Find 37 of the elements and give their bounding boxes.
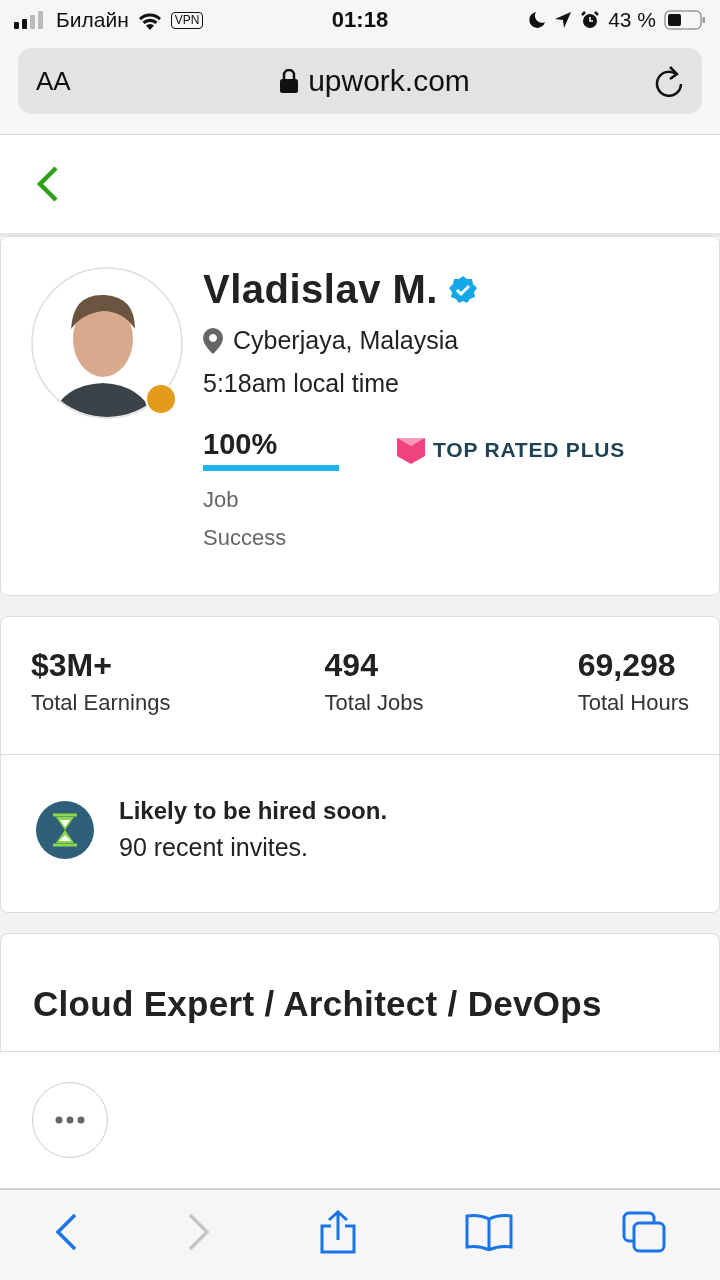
stat-value: $3M+	[31, 647, 113, 684]
location-text: Cyberjaya, Malaysia	[233, 326, 459, 355]
hire-notice-title: Likely to be hired soon.	[119, 797, 388, 825]
share-button[interactable]	[318, 1210, 357, 1254]
browser-back-button[interactable]	[54, 1212, 79, 1252]
vpn-indicator: VPN	[170, 11, 204, 29]
freelancer-name: Vladislav M.	[203, 267, 438, 312]
job-success-label: Job	[203, 486, 240, 514]
stat-label: Total Earnings	[31, 690, 171, 716]
hire-notice-subtitle: 90 recent invites.	[119, 833, 309, 862]
local-time-text: 5:18am local time	[203, 369, 399, 398]
tabs-button[interactable]	[621, 1211, 666, 1253]
text-size-button[interactable]: AA	[36, 65, 96, 97]
stat-value: 494	[324, 647, 379, 684]
location-arrow-icon	[554, 11, 573, 29]
stat-label: Total Hours	[577, 690, 689, 716]
more-icon	[55, 1116, 85, 1124]
battery-icon	[664, 10, 706, 30]
alarm-icon	[580, 10, 601, 30]
stat-label: Total Jobs	[324, 690, 424, 716]
carrier-name: Билайн	[56, 8, 129, 32]
top-rated-plus-label: TOP RATED PLUS	[433, 438, 626, 462]
profile-headline: Cloud Expert / Architect / DevOps	[33, 984, 603, 1024]
top-rated-badge-icon	[397, 436, 425, 464]
back-button[interactable]	[34, 165, 60, 203]
stat-value: 69,298	[577, 647, 677, 684]
url-text[interactable]: upwork.com	[308, 64, 470, 98]
battery-percent: 43 %	[608, 8, 656, 32]
reload-icon[interactable]	[654, 65, 684, 97]
job-success-value: 100%	[203, 428, 279, 461]
location-pin-icon	[203, 327, 223, 354]
moon-icon	[528, 11, 547, 29]
clock: 01:18	[330, 7, 390, 33]
job-success-label: Success	[203, 524, 288, 552]
bookmarks-button[interactable]	[465, 1213, 514, 1251]
lock-icon	[280, 69, 299, 93]
hourglass-icon	[35, 799, 95, 860]
